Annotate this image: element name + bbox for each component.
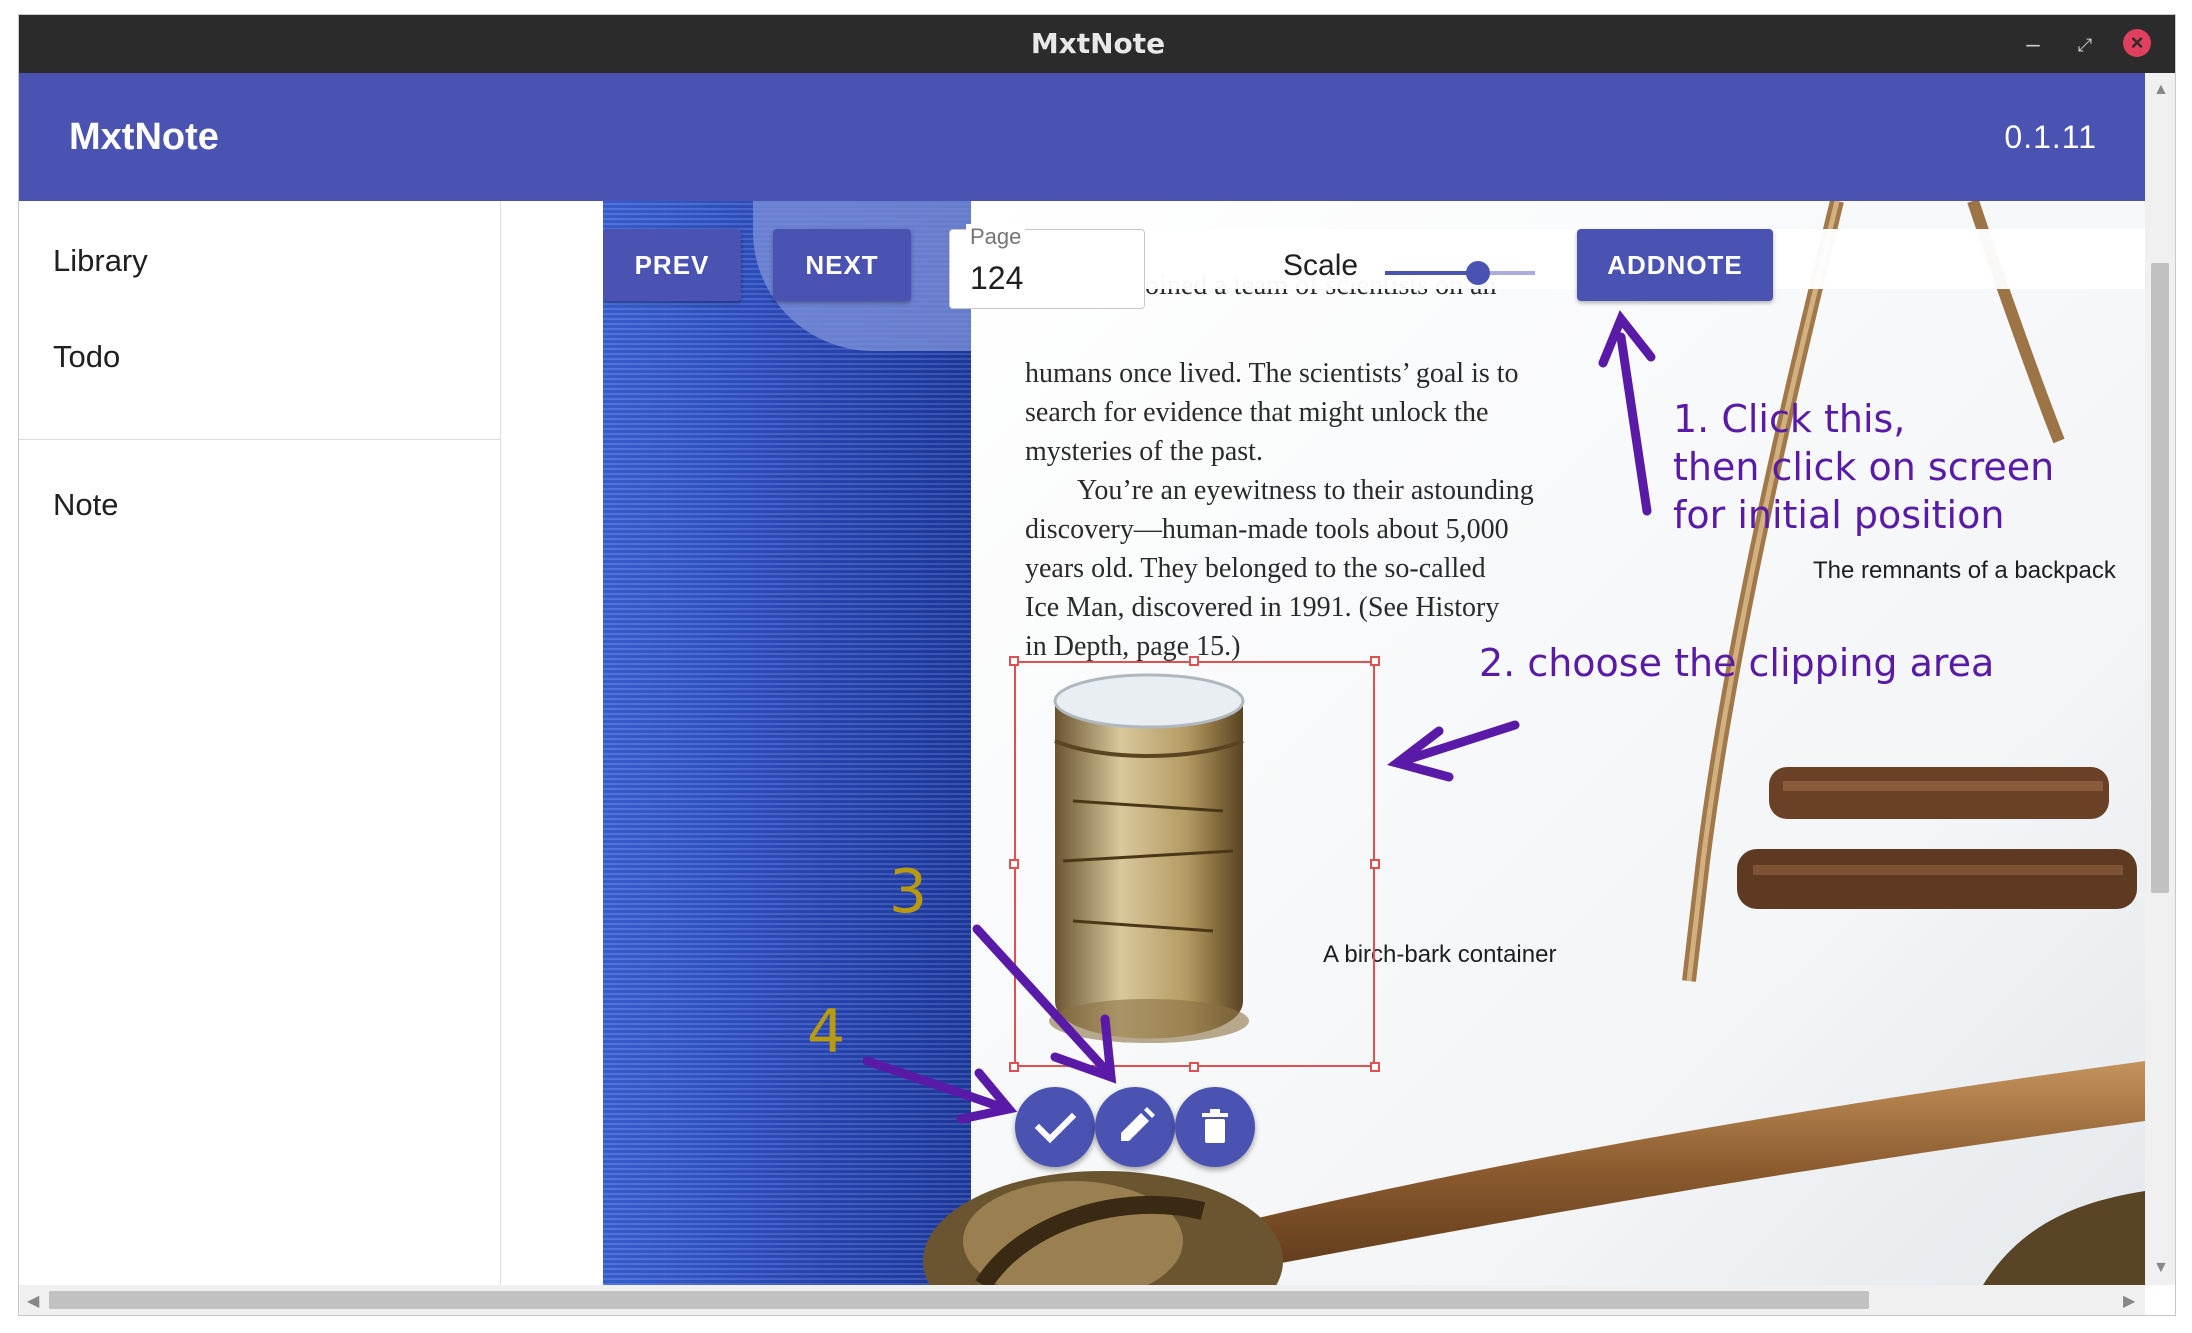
book-page[interactable]: You have joined a team of scientists on … bbox=[603, 201, 2145, 1285]
scroll-left-icon[interactable]: ◀ bbox=[27, 1291, 39, 1311]
minimize-icon[interactable]: – bbox=[2013, 25, 2053, 65]
close-icon[interactable]: × bbox=[2123, 29, 2151, 57]
tutorial-arrows bbox=[862, 310, 1656, 1124]
window-titlebar: MxtNote – ⤢ × bbox=[19, 15, 2175, 73]
maximize-icon[interactable]: ⤢ bbox=[2065, 25, 2105, 65]
document-viewer[interactable]: You have joined a team of scientists on … bbox=[501, 201, 2145, 1285]
arrow-step4 bbox=[862, 1056, 1006, 1112]
sidebar-item-note[interactable]: Note bbox=[53, 487, 118, 523]
horizontal-scroll-thumb[interactable] bbox=[49, 1291, 1869, 1309]
scroll-up-icon[interactable]: ▲ bbox=[2153, 81, 2169, 99]
annotation-step4: 4 bbox=[807, 997, 846, 1067]
app-header: MxtNote 0.1.11 bbox=[19, 73, 2145, 201]
annotation-step1: 1. Click this, then click on screen for … bbox=[1673, 395, 2054, 539]
app-window: MxtNote – ⤢ × MxtNote 0.1.11 Library Tod… bbox=[18, 14, 2176, 1316]
annotation-step1-line: then click on screen bbox=[1673, 445, 2055, 489]
vertical-scroll-thumb[interactable] bbox=[2151, 263, 2169, 893]
vertical-scrollbar[interactable]: ▲ ▼ bbox=[2145, 73, 2175, 1285]
app-version: 0.1.11 bbox=[2004, 119, 2097, 155]
arrow-step3 bbox=[972, 924, 1108, 1072]
sidebar-item-todo[interactable]: Todo bbox=[53, 339, 120, 375]
sidebar: Library Todo Note bbox=[19, 201, 501, 1285]
horizontal-scrollbar[interactable]: ◀ ▶ bbox=[19, 1285, 2145, 1315]
app-title: MxtNote bbox=[69, 116, 219, 158]
sidebar-divider bbox=[19, 439, 500, 440]
sidebar-item-library[interactable]: Library bbox=[53, 243, 148, 279]
annotation-step1-line: for initial position bbox=[1673, 493, 2005, 537]
arrow-step1 bbox=[1616, 332, 1652, 516]
scroll-right-icon[interactable]: ▶ bbox=[2123, 1291, 2135, 1311]
annotation-step3: 3 bbox=[889, 857, 928, 927]
window-title: MxtNote bbox=[1030, 27, 1166, 60]
scroll-down-icon[interactable]: ▼ bbox=[2153, 1259, 2169, 1277]
annotation-step2: 2. choose the clipping area bbox=[1479, 641, 1995, 685]
annotation-step1-line: 1. Click this, bbox=[1673, 397, 1906, 441]
